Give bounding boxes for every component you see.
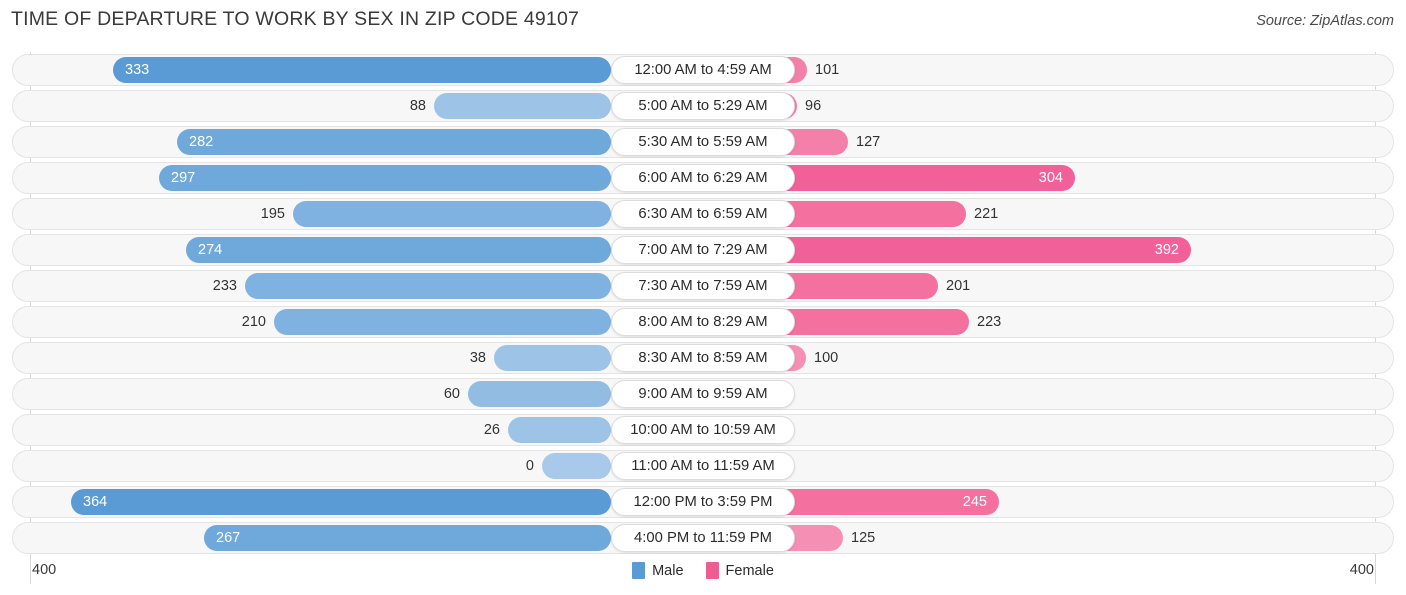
chart-legend: Male Female (0, 562, 1406, 579)
bar-male[interactable] (245, 273, 611, 299)
bar-female-value: 100 (814, 350, 839, 366)
category-label: 6:00 AM to 6:29 AM (611, 164, 795, 192)
legend-item[interactable]: Female (705, 562, 774, 579)
chart-row: 01011:00 AM to 11:59 AM (0, 448, 1406, 484)
legend-label: Male (652, 562, 684, 579)
bar-female-value: 221 (974, 206, 999, 222)
bar-male[interactable] (274, 309, 611, 335)
bar-female-value: 201 (946, 278, 971, 294)
bar-male-value: 88 (409, 98, 426, 114)
bar-female-value: 125 (851, 530, 876, 546)
bar-male[interactable]: 364 (71, 489, 611, 515)
bar-male[interactable] (434, 93, 611, 119)
chart-row: 333 101 12:00 AM to 4:59 AM (0, 52, 1406, 88)
bar-female-value: 223 (977, 314, 1002, 330)
bar-male[interactable] (508, 417, 611, 443)
bar-female-value: 245 (962, 494, 987, 510)
bar-male-value: 26 (483, 422, 500, 438)
category-label: 12:00 PM to 3:59 PM (611, 488, 795, 516)
chart-plot-area: 333 101 12:00 AM to 4:59 AM 88 96 5:00 AM to … (0, 52, 1406, 554)
chart-row: 195 221 6:30 AM to 6:59 AM (0, 196, 1406, 232)
bar-female-value: 96 (805, 98, 822, 114)
bar-male-value: 60 (443, 386, 460, 402)
chart-rows: 333 101 12:00 AM to 4:59 AM 88 96 5:00 AM to … (0, 52, 1406, 556)
bar-male[interactable] (542, 453, 611, 479)
chart-row: 210 223 8:00 AM to 8:29 AM (0, 304, 1406, 340)
category-label: 11:00 AM to 11:59 AM (611, 452, 795, 480)
category-label: 8:00 AM to 8:29 AM (611, 308, 795, 336)
chart-row: 6099:00 AM to 9:59 AM (0, 376, 1406, 412)
bar-male[interactable] (468, 381, 611, 407)
source-attribution: Source: ZipAtlas.com (1256, 13, 1394, 29)
legend-swatch-icon (705, 562, 719, 579)
category-label: 9:00 AM to 9:59 AM (611, 380, 795, 408)
chart-row: 88 96 5:00 AM to 5:29 AM (0, 88, 1406, 124)
bar-male[interactable]: 282 (177, 129, 611, 155)
bar-male-value: 267 (216, 530, 241, 546)
chart-row: 282 127 5:30 AM to 5:59 AM (0, 124, 1406, 160)
page-title: TIME OF DEPARTURE TO WORK BY SEX IN ZIP … (11, 8, 580, 30)
bar-male-value: 210 (241, 314, 266, 330)
bar-female-value: 392 (1154, 242, 1179, 258)
category-label: 8:30 AM to 8:59 AM (611, 344, 795, 372)
category-label: 5:00 AM to 5:29 AM (611, 92, 795, 120)
bar-male[interactable] (293, 201, 611, 227)
category-label: 7:00 AM to 7:29 AM (611, 236, 795, 264)
legend-item[interactable]: Male (632, 562, 684, 579)
chart-page: TIME OF DEPARTURE TO WORK BY SEX IN ZIP … (0, 0, 1406, 595)
bar-female-value: 127 (856, 134, 881, 150)
bar-male-value: 297 (171, 170, 196, 186)
chart-row: 263810:00 AM to 10:59 AM (0, 412, 1406, 448)
bar-male-value: 38 (469, 350, 486, 366)
category-label: 6:30 AM to 6:59 AM (611, 200, 795, 228)
legend-label: Female (725, 562, 774, 579)
bar-male[interactable]: 297 (159, 165, 611, 191)
chart-row: 38 100 8:30 AM to 8:59 AM (0, 340, 1406, 376)
bar-male-value: 195 (260, 206, 285, 222)
bar-male[interactable]: 267 (204, 525, 611, 551)
category-label: 4:00 PM to 11:59 PM (611, 524, 795, 552)
bar-male-value: 0 (525, 458, 534, 474)
bar-male[interactable] (494, 345, 611, 371)
bar-male-value: 282 (189, 134, 214, 150)
bar-male-value: 274 (198, 242, 223, 258)
chart-row: 267 125 4:00 PM to 11:59 PM (0, 520, 1406, 556)
bar-male-value: 364 (83, 494, 108, 510)
bar-male-value: 233 (212, 278, 237, 294)
chart-row: 274 392 7:00 AM to 7:29 AM (0, 232, 1406, 268)
bar-male[interactable]: 274 (186, 237, 611, 263)
bar-female-value: 304 (1038, 170, 1063, 186)
chart-footer: 400 400 Male Female (0, 554, 1406, 595)
category-label: 10:00 AM to 10:59 AM (611, 416, 795, 444)
category-label: 5:30 AM to 5:59 AM (611, 128, 795, 156)
category-label: 12:00 AM to 4:59 AM (611, 56, 795, 84)
bar-male-value: 333 (125, 62, 150, 78)
bar-male[interactable]: 333 (113, 57, 611, 83)
bar-female-value: 101 (815, 62, 840, 78)
legend-swatch-icon (632, 562, 646, 579)
chart-row: 297 304 6:00 AM to 6:29 AM (0, 160, 1406, 196)
category-label: 7:30 AM to 7:59 AM (611, 272, 795, 300)
chart-row: 233 201 7:30 AM to 7:59 AM (0, 268, 1406, 304)
chart-row: 364 245 12:00 PM to 3:59 PM (0, 484, 1406, 520)
